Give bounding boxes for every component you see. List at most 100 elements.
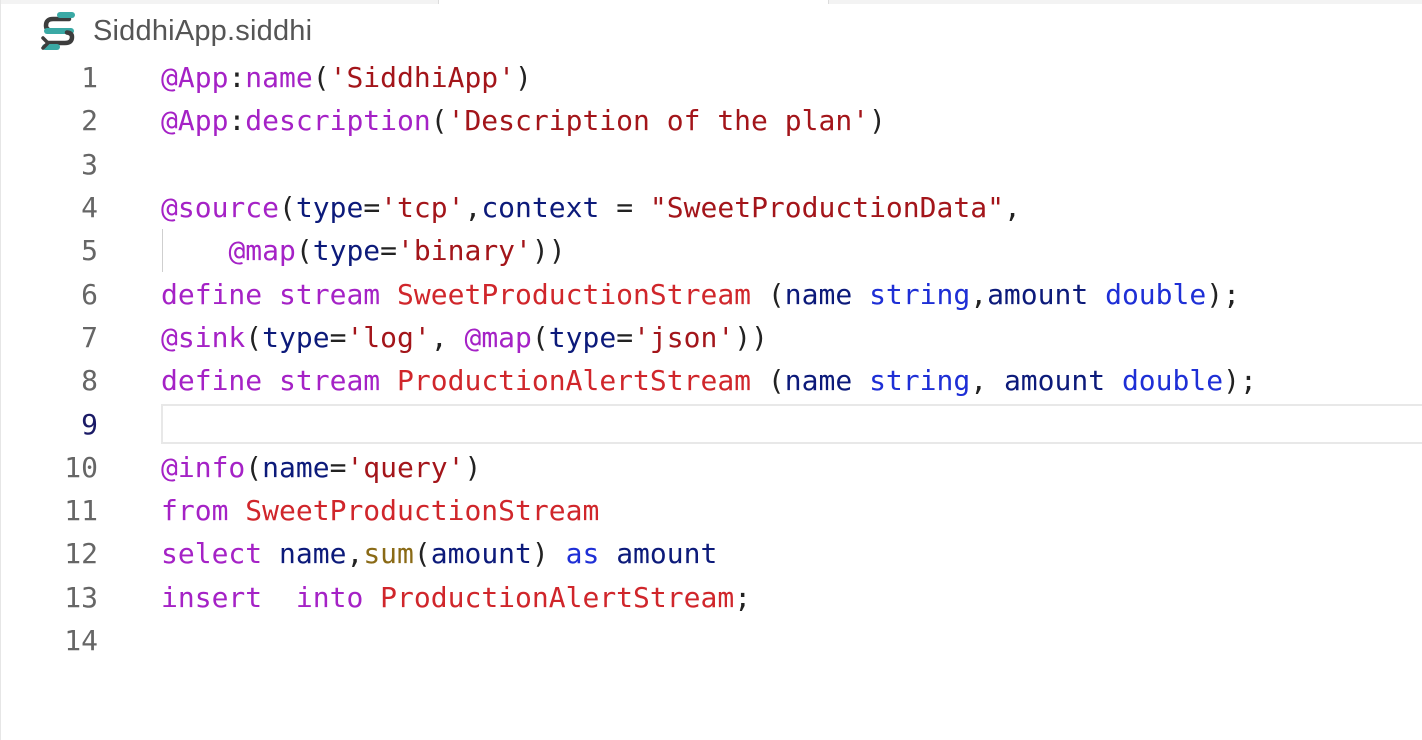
code-token: type [312,234,381,268]
code-token: = [363,191,381,225]
code-token: define [161,364,263,398]
code-text: @map(type='binary')) [161,234,565,268]
code-line[interactable]: 1 @App:name('SiddhiApp') [1,56,1422,99]
editor-window: SiddhiApp.siddhi 1 @App:name('SiddhiApp')… [0,0,1422,740]
line-number: 13 [64,580,98,614]
code-token: ) [464,450,482,484]
code-token: type [295,191,364,225]
code-line[interactable]: 13 insert into ProductionAlertStream; [1,576,1422,619]
code-line[interactable]: 10 @info(name='query') [1,446,1422,489]
line-number: 12 [64,537,98,571]
code-line[interactable]: 2 @App:description('Description of the pl… [1,99,1422,142]
line-number: 9 [81,407,98,441]
code-line[interactable]: 9 [1,402,1422,445]
line-number: 7 [81,320,98,354]
code-line[interactable]: 3 [1,143,1422,186]
code-token: ( [245,320,263,354]
line-number: 2 [81,104,98,138]
code-text: @App:name('SiddhiApp') [161,61,532,94]
code-token: = [329,450,347,484]
code-token: @source [161,191,280,225]
code-line[interactable]: 6 define stream SweetProductionStream (na… [1,272,1422,315]
code-editor[interactable]: 1 @App:name('SiddhiApp') 2 @App:description… [1,56,1422,662]
line-number: 14 [64,624,98,657]
code-line[interactable]: 11 from SweetProductionStream [1,489,1422,532]
code-line[interactable]: 12 select name,sum(amount) as amount [1,532,1422,575]
code-token: 'json' [633,320,735,354]
active-line-highlight [161,404,1422,444]
code-line[interactable]: 8 define stream ProductionAlertStream (na… [1,359,1422,402]
code-token: @map [228,234,296,268]
code-line[interactable]: 4 @source(type='tcp',context = "SweetProd… [1,186,1422,229]
code-token: description [245,104,431,138]
code-token: type [262,320,330,354]
code-token: ( [430,104,448,138]
code-token: stream [279,364,381,398]
code-token: 'tcp' [380,191,465,225]
tab-strip-left[interactable] [1,0,439,4]
code-token: 'binary' [397,234,532,268]
code-token: as [565,537,600,571]
code-line[interactable]: 7 @sink(type='log', @map(type='json')) [1,316,1422,359]
code-token: SweetProductionStream [245,494,600,528]
code-line[interactable]: 5 @map(type='binary')) [1,229,1422,273]
code-token: amount [1003,364,1106,398]
code-token: 'query' [346,450,465,484]
code-token: 'Description of the plan' [447,104,870,138]
code-text: @info(name='query') [161,451,481,484]
code-token: = [380,234,398,268]
code-token: select [161,537,263,571]
line-number: 5 [81,234,98,268]
code-line[interactable]: 14 [1,619,1422,662]
code-token: ( [245,450,263,484]
code-token: @App [161,104,229,138]
code-token: 'log' [346,320,431,354]
code-text: @sink(type='log', @map(type='json')) [161,321,768,354]
line-number: 8 [81,364,98,398]
code-token: , [464,191,482,225]
code-text: from SweetProductionStream [161,494,599,527]
code-text: insert into ProductionAlertStream; [161,581,751,614]
code-token: amount [430,537,532,571]
code-token: ); [1223,364,1257,398]
code-token: ( [413,537,431,571]
code-token: ProductionAlertStream [380,580,735,614]
line-number: 10 [64,450,98,484]
tab-strip [1,0,1422,4]
code-token: ( [279,191,296,225]
code-token: string [869,277,971,311]
tab-strip-active[interactable] [439,0,829,4]
line-number: 11 [64,494,98,528]
code-token: 'SiddhiApp' [329,61,516,95]
code-token: name [262,450,330,484]
code-token: into [295,580,364,614]
code-token: double [1121,364,1224,398]
tab-strip-right[interactable] [829,0,1422,4]
code-token: ; [734,580,752,614]
file-tab[interactable]: SiddhiApp.siddhi [39,10,312,52]
code-token: )) [734,320,768,354]
code-token: = [616,320,634,354]
code-token: @info [161,450,246,484]
code-token: amount [987,277,1089,311]
code-token: type [548,320,617,354]
code-token: ( [312,61,330,95]
code-token: = [329,320,347,354]
line-number: 6 [81,277,98,311]
code-text: define stream ProductionAlertStream (nam… [161,364,1257,397]
code-token: stream [279,277,381,311]
code-token: ( [751,364,785,398]
code-token: name [784,277,853,311]
code-token: sum [363,537,414,571]
